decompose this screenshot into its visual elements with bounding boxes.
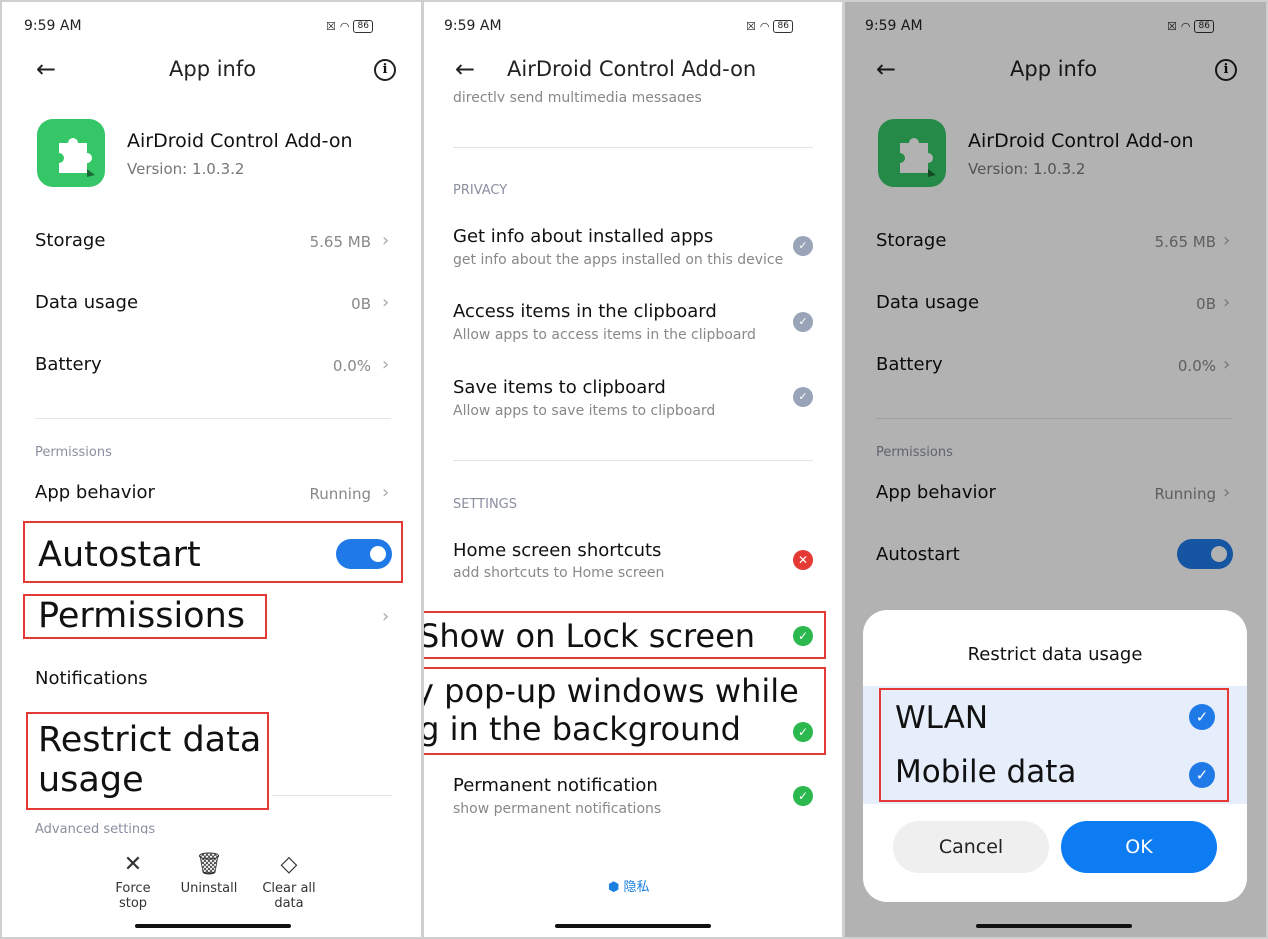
section-permissions: Permissions xyxy=(35,445,112,460)
chevron-right-icon: › xyxy=(382,606,390,627)
status-time: 9:59 AM xyxy=(24,18,82,34)
allowed-icon[interactable]: ✓ xyxy=(793,722,813,742)
checkmark-icon[interactable]: ✓ xyxy=(1189,704,1215,730)
divider xyxy=(453,147,813,148)
restrict-data-panel: 9:59 AM ☒ ◠ 86 ← App info i AirDroid Con… xyxy=(844,0,1268,939)
page-title: AirDroid Control Add-on xyxy=(507,57,757,81)
restrict-data-label[interactable]: Restrict data usage xyxy=(38,720,268,800)
installed-apps-sub: get info about the apps installed on thi… xyxy=(453,252,784,268)
permissions-label[interactable]: Permissions xyxy=(38,596,245,636)
app-info-panel: 9:59 AM ☒ ◠ 86 ← App info i AirDroid Con… xyxy=(0,0,423,939)
ok-button[interactable]: OK xyxy=(1061,821,1217,873)
section-privacy: PRIVACY xyxy=(453,183,508,198)
trash-icon: 🗑 xyxy=(195,852,223,877)
restrict-data-dialog: Restrict data usage WLAN ✓ Mobile data ✓… xyxy=(863,610,1247,902)
shield-icon[interactable]: ✓ xyxy=(793,387,813,407)
divider xyxy=(272,795,392,796)
chevron-right-icon: › xyxy=(382,230,390,251)
battery-icon: 86 xyxy=(353,20,373,33)
clipboard-save-sub: Allow apps to save items to clipboard xyxy=(453,403,716,419)
clipboard-access-title[interactable]: Access items in the clipboard xyxy=(453,301,717,322)
autostart-label: Autostart xyxy=(38,535,201,575)
permanent-notification-title[interactable]: Permanent notification xyxy=(453,775,658,796)
home-indicator xyxy=(135,924,291,928)
wifi-icon: ◠ xyxy=(339,20,350,33)
battery-label[interactable]: Battery xyxy=(35,354,102,375)
autostart-toggle[interactable] xyxy=(336,539,392,569)
back-arrow-icon[interactable]: ← xyxy=(36,55,56,83)
notifications-label[interactable]: Notifications xyxy=(35,668,148,689)
chevron-right-icon: › xyxy=(382,354,390,375)
cancel-button[interactable]: Cancel xyxy=(893,821,1049,873)
app-behavior-value: Running xyxy=(309,485,371,503)
status-icons: ☒ ◠ 86 xyxy=(326,20,373,33)
storage-value: 5.65 MB xyxy=(309,233,371,251)
home-indicator xyxy=(976,924,1132,928)
checkmark-icon[interactable]: ✓ xyxy=(1189,762,1215,788)
data-usage-value: 0B xyxy=(351,295,371,313)
option-wlan-label[interactable]: WLAN xyxy=(895,698,988,738)
clear-data-button[interactable]: ◇ Clear all data xyxy=(246,852,332,911)
allowed-icon[interactable]: ✓ xyxy=(793,626,813,646)
status-icons: ☒ ◠ 86 xyxy=(746,20,793,33)
installed-apps-title[interactable]: Get info about installed apps xyxy=(453,226,713,247)
shield-icon[interactable]: ✓ xyxy=(793,312,813,332)
dialog-title: Restrict data usage xyxy=(967,644,1143,665)
cut-off-text: directly send multimedia messages xyxy=(453,90,702,102)
sim-icon: ☒ xyxy=(326,20,336,33)
page-title: App info xyxy=(169,57,257,81)
back-arrow-icon[interactable]: ← xyxy=(455,55,475,83)
dialog-options: WLAN ✓ Mobile data ✓ xyxy=(863,686,1247,804)
privacy-logo-icon: ⬢ xyxy=(608,880,620,895)
denied-icon[interactable]: ✕ xyxy=(793,550,813,570)
section-advanced: Advanced settings xyxy=(35,822,156,834)
app-behavior-label[interactable]: App behavior xyxy=(35,482,155,503)
privacy-footer[interactable]: ⬢ 隐私 xyxy=(608,876,650,895)
home-shortcuts-sub: add shortcuts to Home screen xyxy=(453,565,665,581)
permissions-panel: 9:59 AM ☒ ◠ 86 ← AirDroid Control Add-on… xyxy=(423,0,844,939)
permanent-notification-sub: show permanent notifications xyxy=(453,801,662,817)
home-indicator xyxy=(555,924,711,928)
battery-icon: 86 xyxy=(773,20,793,33)
shield-icon[interactable]: ✓ xyxy=(793,236,813,256)
data-usage-label[interactable]: Data usage xyxy=(35,292,138,313)
info-icon[interactable]: i xyxy=(374,59,396,81)
option-mobile-data-label[interactable]: Mobile data xyxy=(895,752,1076,792)
home-shortcuts-title[interactable]: Home screen shortcuts xyxy=(453,540,661,561)
storage-label[interactable]: Storage xyxy=(35,230,105,251)
close-icon: ✕ xyxy=(123,852,143,877)
allowed-icon[interactable]: ✓ xyxy=(793,786,813,806)
eraser-icon: ◇ xyxy=(280,852,298,877)
status-time: 9:59 AM xyxy=(444,18,502,34)
app-name: AirDroid Control Add-on xyxy=(127,130,353,152)
section-settings: SETTINGS xyxy=(453,497,518,512)
app-icon xyxy=(37,119,105,187)
divider xyxy=(453,460,813,461)
wifi-icon: ◠ xyxy=(759,20,770,33)
divider xyxy=(35,418,391,419)
uninstall-button[interactable]: 🗑 Uninstall xyxy=(178,852,240,896)
clipboard-save-title[interactable]: Save items to clipboard xyxy=(453,377,666,398)
popup-label[interactable]: Display pop-up windows while running in … xyxy=(424,672,821,748)
sim-icon: ☒ xyxy=(746,20,756,33)
lock-screen-label[interactable]: Show on Lock screen xyxy=(424,616,755,656)
battery-value: 0.0% xyxy=(332,357,371,375)
app-version: Version: 1.0.3.2 xyxy=(127,160,245,178)
chevron-right-icon: › xyxy=(382,292,390,313)
force-stop-button[interactable]: ✕ Force stop xyxy=(100,852,166,911)
clipboard-access-sub: Allow apps to access items in the clipbo… xyxy=(453,327,756,343)
chevron-right-icon: › xyxy=(382,482,390,503)
